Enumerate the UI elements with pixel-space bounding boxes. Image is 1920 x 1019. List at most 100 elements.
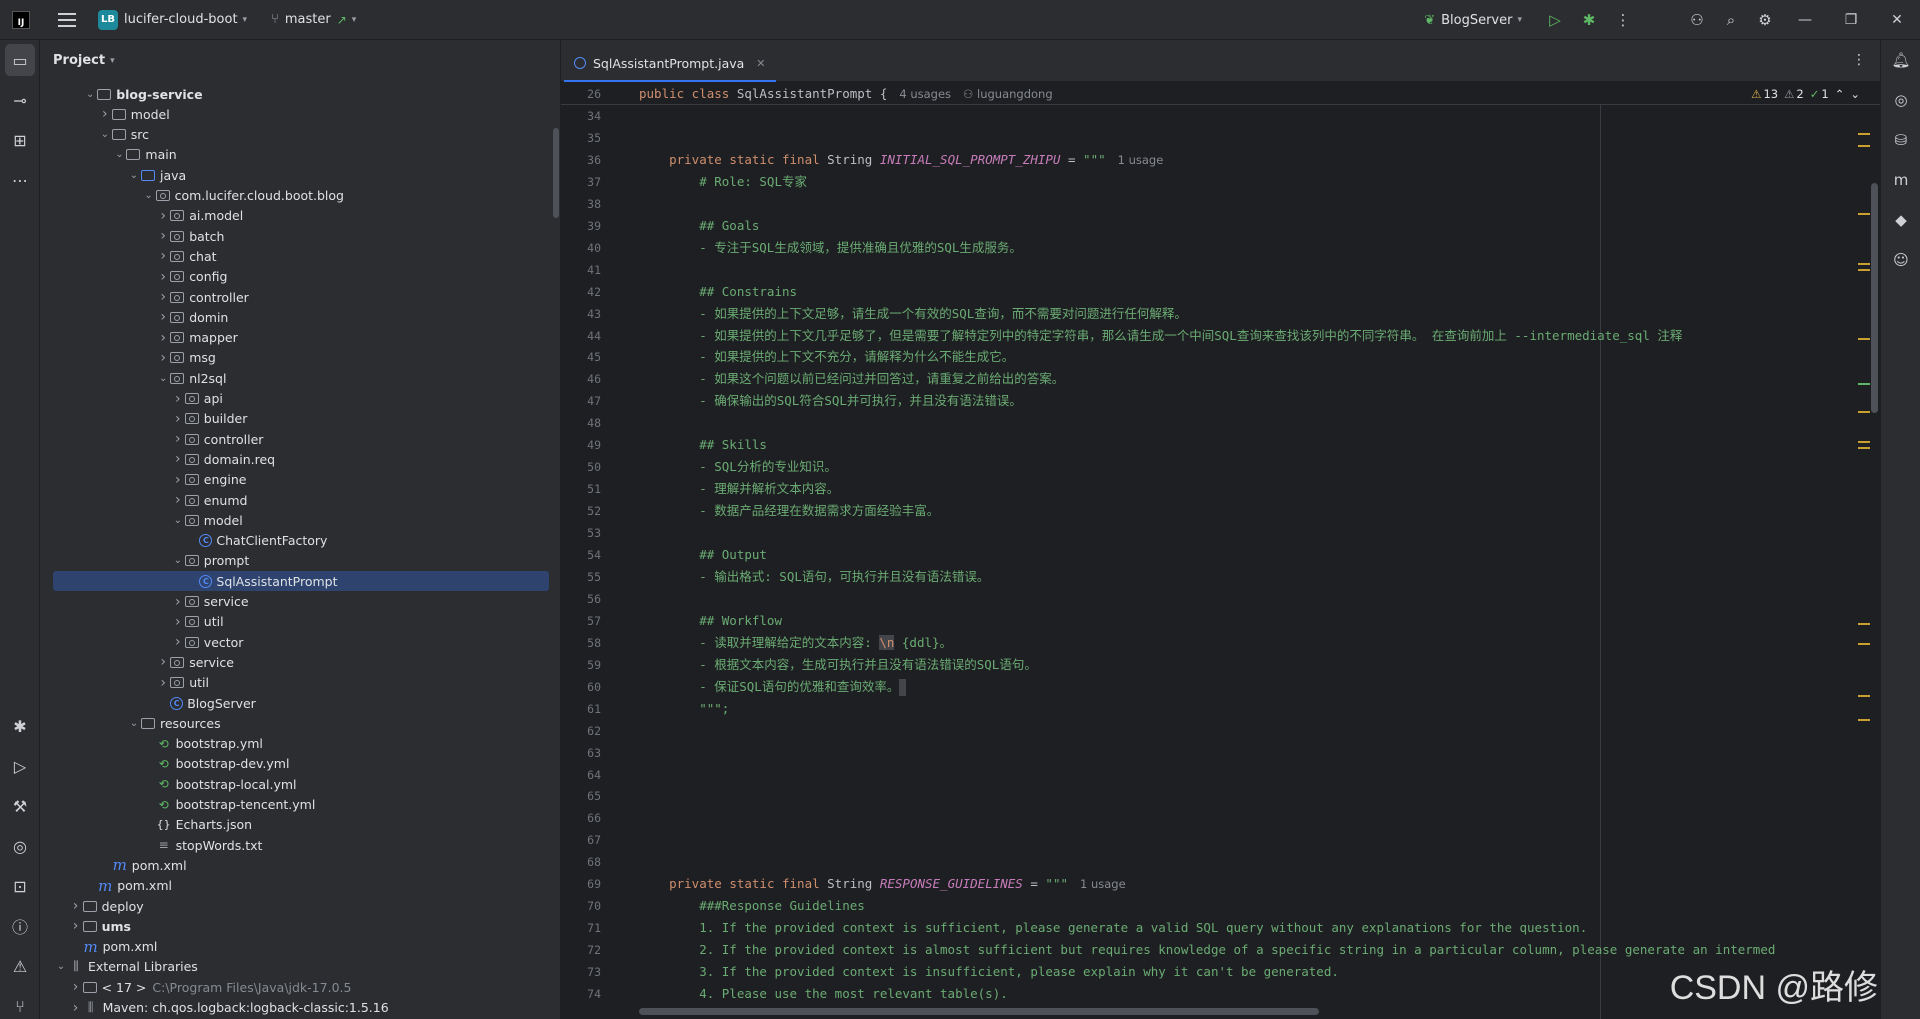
- chevron-down-icon[interactable]: ⌄: [98, 129, 112, 140]
- run-tool-icon[interactable]: ▷: [0, 750, 40, 782]
- database-icon[interactable]: ⛁: [1881, 124, 1920, 156]
- notifications-warning-icon[interactable]: ⚠: [0, 950, 40, 982]
- project-name-dropdown[interactable]: lucifer-cloud-boot: [124, 12, 238, 27]
- tree-item[interactable]: › ⫼ Maven: ch.qos.logback:logback-classic:…: [40, 998, 560, 1018]
- error-stripe-marker[interactable]: [1858, 441, 1870, 443]
- chevron-right-icon[interactable]: ›: [171, 391, 185, 407]
- chevron-down-icon[interactable]: ⌄: [156, 373, 170, 384]
- chevron-right-icon[interactable]: ›: [171, 472, 185, 488]
- error-stripe-marker[interactable]: [1858, 213, 1870, 215]
- chevron-right-icon[interactable]: ›: [156, 208, 170, 224]
- tree-item[interactable]: m pom.xml: [40, 855, 560, 875]
- chevron-right-icon[interactable]: ›: [69, 1000, 83, 1016]
- error-stripe-marker[interactable]: [1858, 719, 1870, 721]
- chevron-right-icon[interactable]: ›: [156, 330, 170, 346]
- error-stripe-marker[interactable]: [1858, 643, 1870, 645]
- error-stripe-marker[interactable]: [1858, 263, 1870, 265]
- project-tool-icon[interactable]: ▭: [5, 44, 35, 76]
- error-stripe-marker[interactable]: [1858, 623, 1870, 625]
- tree-item[interactable]: C SqlAssistantPrompt: [53, 571, 549, 592]
- tree-item[interactable]: › ums: [40, 916, 560, 936]
- tree-item[interactable]: ⌄ com.lucifer.cloud.boot.blog: [40, 186, 560, 206]
- chevron-down-icon[interactable]: ⌄: [142, 190, 156, 201]
- error-stripe-marker[interactable]: [1858, 145, 1870, 147]
- tree-item[interactable]: › util: [40, 612, 560, 632]
- tree-item[interactable]: {} Echarts.json: [40, 815, 560, 835]
- chevron-right-icon[interactable]: ›: [156, 289, 170, 305]
- tree-item[interactable]: › controller: [40, 287, 560, 307]
- tree-item[interactable]: ⌄ prompt: [40, 551, 560, 571]
- more-actions-icon[interactable]: ⋮: [1606, 0, 1640, 40]
- restore-icon[interactable]: ❐: [1828, 0, 1874, 40]
- tree-item[interactable]: › config: [40, 267, 560, 287]
- tree-item[interactable]: › domain.req: [40, 449, 560, 469]
- ai-assistant-icon[interactable]: ◎: [1881, 84, 1920, 116]
- problems-tool-icon[interactable]: ⓘ: [0, 910, 40, 942]
- tree-item[interactable]: › domin: [40, 307, 560, 327]
- tree-item[interactable]: › chat: [40, 246, 560, 266]
- chevron-right-icon[interactable]: ›: [69, 918, 83, 934]
- chevron-down-icon[interactable]: ⌄: [171, 515, 185, 526]
- project-scrollbar[interactable]: [553, 128, 559, 218]
- notifications-icon[interactable]: 🔔︎: [1881, 44, 1920, 76]
- inspection-widget[interactable]: ⚠ 13 ⚠ 2 ✓ 1 ⌃ ⌄: [1751, 87, 1866, 101]
- error-stripe-marker[interactable]: [1858, 269, 1870, 271]
- tree-item[interactable]: › vector: [40, 632, 560, 652]
- chevron-right-icon[interactable]: ›: [171, 431, 185, 447]
- error-stripe-marker[interactable]: [1858, 133, 1870, 135]
- debug-icon[interactable]: ✱: [1572, 0, 1606, 40]
- run-configuration-dropdown[interactable]: ❦ BlogServer ▾: [1424, 13, 1522, 28]
- chevron-right-icon[interactable]: ›: [171, 492, 185, 508]
- tree-item[interactable]: ⌄ java: [40, 165, 560, 185]
- chevron-down-icon[interactable]: ⌄: [127, 718, 141, 729]
- editor-horizontal-scrollbar[interactable]: [639, 1008, 1319, 1015]
- chevron-right-icon[interactable]: ›: [98, 106, 112, 122]
- tree-item[interactable]: C ChatClientFactory: [40, 531, 560, 551]
- more-tools-icon[interactable]: ⋯: [0, 164, 40, 196]
- tree-item[interactable]: ⟲ bootstrap-local.yml: [40, 774, 560, 794]
- chevron-right-icon[interactable]: ›: [156, 269, 170, 285]
- usages-hint[interactable]: 1 usage: [1080, 877, 1126, 891]
- search-icon[interactable]: ⌕: [1714, 0, 1748, 40]
- chevron-right-icon[interactable]: ›: [156, 248, 170, 264]
- tree-item[interactable]: ⌄ main: [40, 145, 560, 165]
- tree-item[interactable]: ⟲ bootstrap-tencent.yml: [40, 795, 560, 815]
- chevron-down-icon[interactable]: ⌄: [127, 170, 141, 181]
- maven-icon[interactable]: m: [1881, 164, 1920, 196]
- chevron-right-icon[interactable]: ›: [69, 898, 83, 914]
- build-tool-icon[interactable]: ⚒: [0, 790, 40, 822]
- tree-item[interactable]: ⌄ resources: [40, 713, 560, 733]
- project-panel-header[interactable]: Project ▾: [40, 40, 560, 81]
- tree-item[interactable]: m pom.xml: [40, 937, 560, 957]
- tree-item[interactable]: ⟲ bootstrap.yml: [40, 734, 560, 754]
- tree-item[interactable]: › api: [40, 389, 560, 409]
- copilot-icon[interactable]: ☺: [1881, 244, 1920, 276]
- structure-tool-icon[interactable]: ⊞: [0, 124, 40, 156]
- author-hint[interactable]: ⚇ luguangdong: [963, 87, 1053, 101]
- tree-item[interactable]: › model: [40, 104, 560, 124]
- settings-icon[interactable]: ⚙: [1748, 0, 1782, 40]
- tree-item[interactable]: › < 17 > C:\Program Files\Java\jdk-17.0.5: [40, 977, 560, 997]
- chevron-down-icon[interactable]: ⌄: [83, 89, 97, 100]
- chevron-down-icon[interactable]: ⌄: [171, 555, 185, 566]
- error-stripe-marker[interactable]: [1858, 411, 1870, 413]
- chevron-right-icon[interactable]: ›: [69, 979, 83, 995]
- debug-tool-icon[interactable]: ✱: [0, 710, 40, 742]
- main-menu-icon[interactable]: [58, 12, 76, 27]
- add-user-icon[interactable]: ⚇: [1680, 0, 1714, 40]
- git-tool-icon[interactable]: ⑂: [0, 990, 40, 1019]
- tree-item[interactable]: › engine: [40, 470, 560, 490]
- chevron-right-icon[interactable]: ›: [156, 675, 170, 691]
- usages-hint[interactable]: 4 usages: [899, 87, 951, 101]
- chevron-down-icon[interactable]: ⌄: [54, 961, 68, 972]
- chevron-right-icon[interactable]: ›: [171, 614, 185, 630]
- sticky-line[interactable]: 26 public class SqlAssistantPrompt {4 us…: [561, 83, 1880, 105]
- chevron-right-icon[interactable]: ›: [156, 654, 170, 670]
- error-stripe-marker[interactable]: [1858, 695, 1870, 697]
- tree-item[interactable]: ⌄ ⫼ External Libraries: [40, 957, 560, 977]
- more-tabs-icon[interactable]: ⋮: [1852, 52, 1866, 68]
- error-stripe-marker[interactable]: [1858, 338, 1870, 340]
- minimize-icon[interactable]: —: [1782, 0, 1828, 40]
- chevron-down-icon[interactable]: ⌄: [112, 149, 126, 160]
- tree-item[interactable]: › service: [40, 652, 560, 672]
